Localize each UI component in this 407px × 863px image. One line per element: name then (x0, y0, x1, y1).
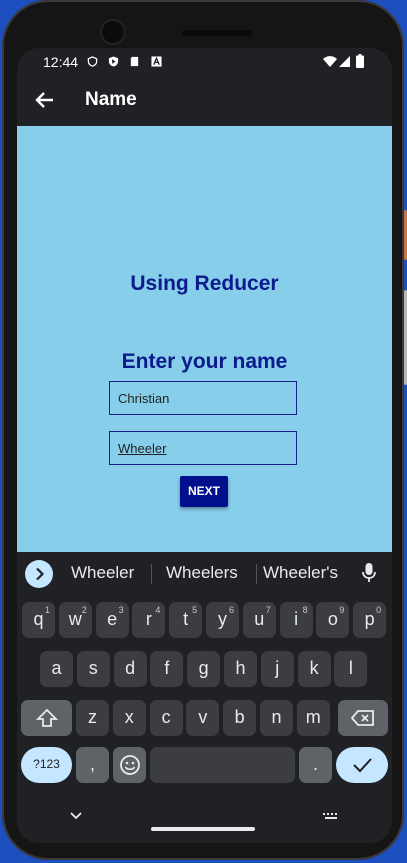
key-hint-1: 1 (44, 605, 50, 615)
key-hint-3: 3 (118, 605, 124, 615)
key-n[interactable]: n (260, 700, 293, 736)
app-bar: Name (17, 76, 392, 126)
checkmark-icon (353, 758, 372, 773)
enter-key[interactable] (336, 747, 388, 783)
key-d[interactable]: d (113, 651, 147, 687)
suggestion-1[interactable]: Wheeler (71, 563, 134, 583)
key-i[interactable]: i8 (279, 602, 313, 638)
suggestion-divider (151, 564, 152, 584)
suggestion-2[interactable]: Wheelers (166, 563, 238, 583)
shift-icon (35, 708, 58, 727)
soft-keyboard: Wheeler Wheelers Wheeler's ?123 , . q 1 … (17, 552, 392, 843)
key-hint-7: 7 (265, 605, 271, 615)
key-o[interactable]: o9 (316, 602, 350, 638)
key-hint-9: 9 (339, 605, 345, 615)
cell-signal-icon (339, 56, 350, 67)
sd-card-icon (130, 56, 139, 67)
first-name-field[interactable]: Christian (109, 381, 297, 415)
key-hint-0: 0 (376, 605, 382, 615)
key-z[interactable]: z (76, 700, 109, 736)
suggestion-3[interactable]: Wheeler's (263, 563, 338, 583)
wifi-icon (323, 56, 337, 67)
suggestion-divider (256, 564, 257, 584)
phone-frame: 12:44 Name Using Reducer Enter your name… (2, 0, 407, 860)
symbols-key[interactable]: ?123 (21, 747, 72, 783)
key-t[interactable]: t5 (169, 602, 203, 638)
key-hint-4: 4 (155, 605, 161, 615)
key-j[interactable]: j (260, 651, 294, 687)
shift-key[interactable] (21, 700, 72, 736)
key-u[interactable]: u7 (242, 602, 276, 638)
key-c[interactable]: c (149, 700, 183, 736)
backspace-key[interactable] (338, 700, 388, 736)
key-l[interactable]: l (334, 651, 368, 687)
key-s[interactable]: s (76, 651, 110, 687)
heading-using-reducer: Using Reducer (130, 272, 279, 295)
shield-icon (87, 56, 98, 67)
keyboard-switch-icon[interactable] (322, 812, 340, 822)
key-hint-6: 6 (228, 605, 234, 615)
screen: 12:44 Name Using Reducer Enter your name… (17, 48, 392, 843)
suggestion-strip: Wheeler Wheelers Wheeler's (17, 552, 392, 594)
home-gesture-handle[interactable] (151, 827, 255, 831)
microphone-icon[interactable] (361, 562, 377, 584)
first-name-value: Christian (118, 391, 170, 406)
status-bar: 12:44 (17, 48, 392, 76)
key-w[interactable]: w2 (58, 602, 92, 638)
key-g[interactable]: g (187, 651, 221, 687)
period-key[interactable]: . (299, 747, 332, 783)
key-e[interactable]: e3 (95, 602, 129, 638)
key-q[interactable]: q1 (22, 602, 55, 638)
next-button[interactable]: NEXT (180, 476, 228, 507)
enter-name-prompt: Enter your name (121, 350, 288, 373)
backspace-icon (350, 710, 374, 726)
key-k[interactable]: k (297, 651, 331, 687)
emoji-icon (119, 755, 140, 775)
key-v[interactable]: v (186, 700, 220, 736)
key-hint-2: 2 (81, 605, 87, 615)
back-arrow-icon[interactable] (33, 88, 57, 112)
key-a[interactable]: a (40, 651, 73, 687)
hide-keyboard-chevron-icon[interactable] (69, 808, 83, 822)
space-key[interactable] (150, 747, 295, 783)
comma-key[interactable]: , (76, 747, 109, 783)
system-nav-bar (17, 802, 392, 843)
key-b[interactable]: b (223, 700, 257, 736)
key-m[interactable]: m (296, 700, 330, 736)
key-f[interactable]: f (150, 651, 184, 687)
key-p[interactable]: p0 (353, 602, 387, 638)
last-name-value: Wheeler (118, 441, 167, 456)
key-y[interactable]: y6 (206, 602, 239, 638)
main-content: Using Reducer Enter your name Christian … (17, 126, 392, 552)
key-r[interactable]: r4 (132, 602, 166, 638)
key-hint-8: 8 (302, 605, 308, 615)
chevron-right-icon (36, 567, 45, 581)
status-time: 12:44 (43, 54, 79, 70)
expand-toolbar-button[interactable] (25, 560, 53, 588)
earpiece (182, 30, 252, 36)
text-a-icon (151, 56, 162, 67)
last-name-field[interactable]: Wheeler (109, 431, 297, 465)
play-protect-icon (108, 56, 119, 67)
emoji-key[interactable] (113, 747, 146, 783)
key-x[interactable]: x (112, 700, 146, 736)
battery-icon (356, 54, 364, 68)
key-hint-5: 5 (192, 605, 198, 615)
page-title: Name (85, 89, 137, 110)
key-h[interactable]: h (224, 651, 257, 687)
front-camera (102, 21, 124, 43)
